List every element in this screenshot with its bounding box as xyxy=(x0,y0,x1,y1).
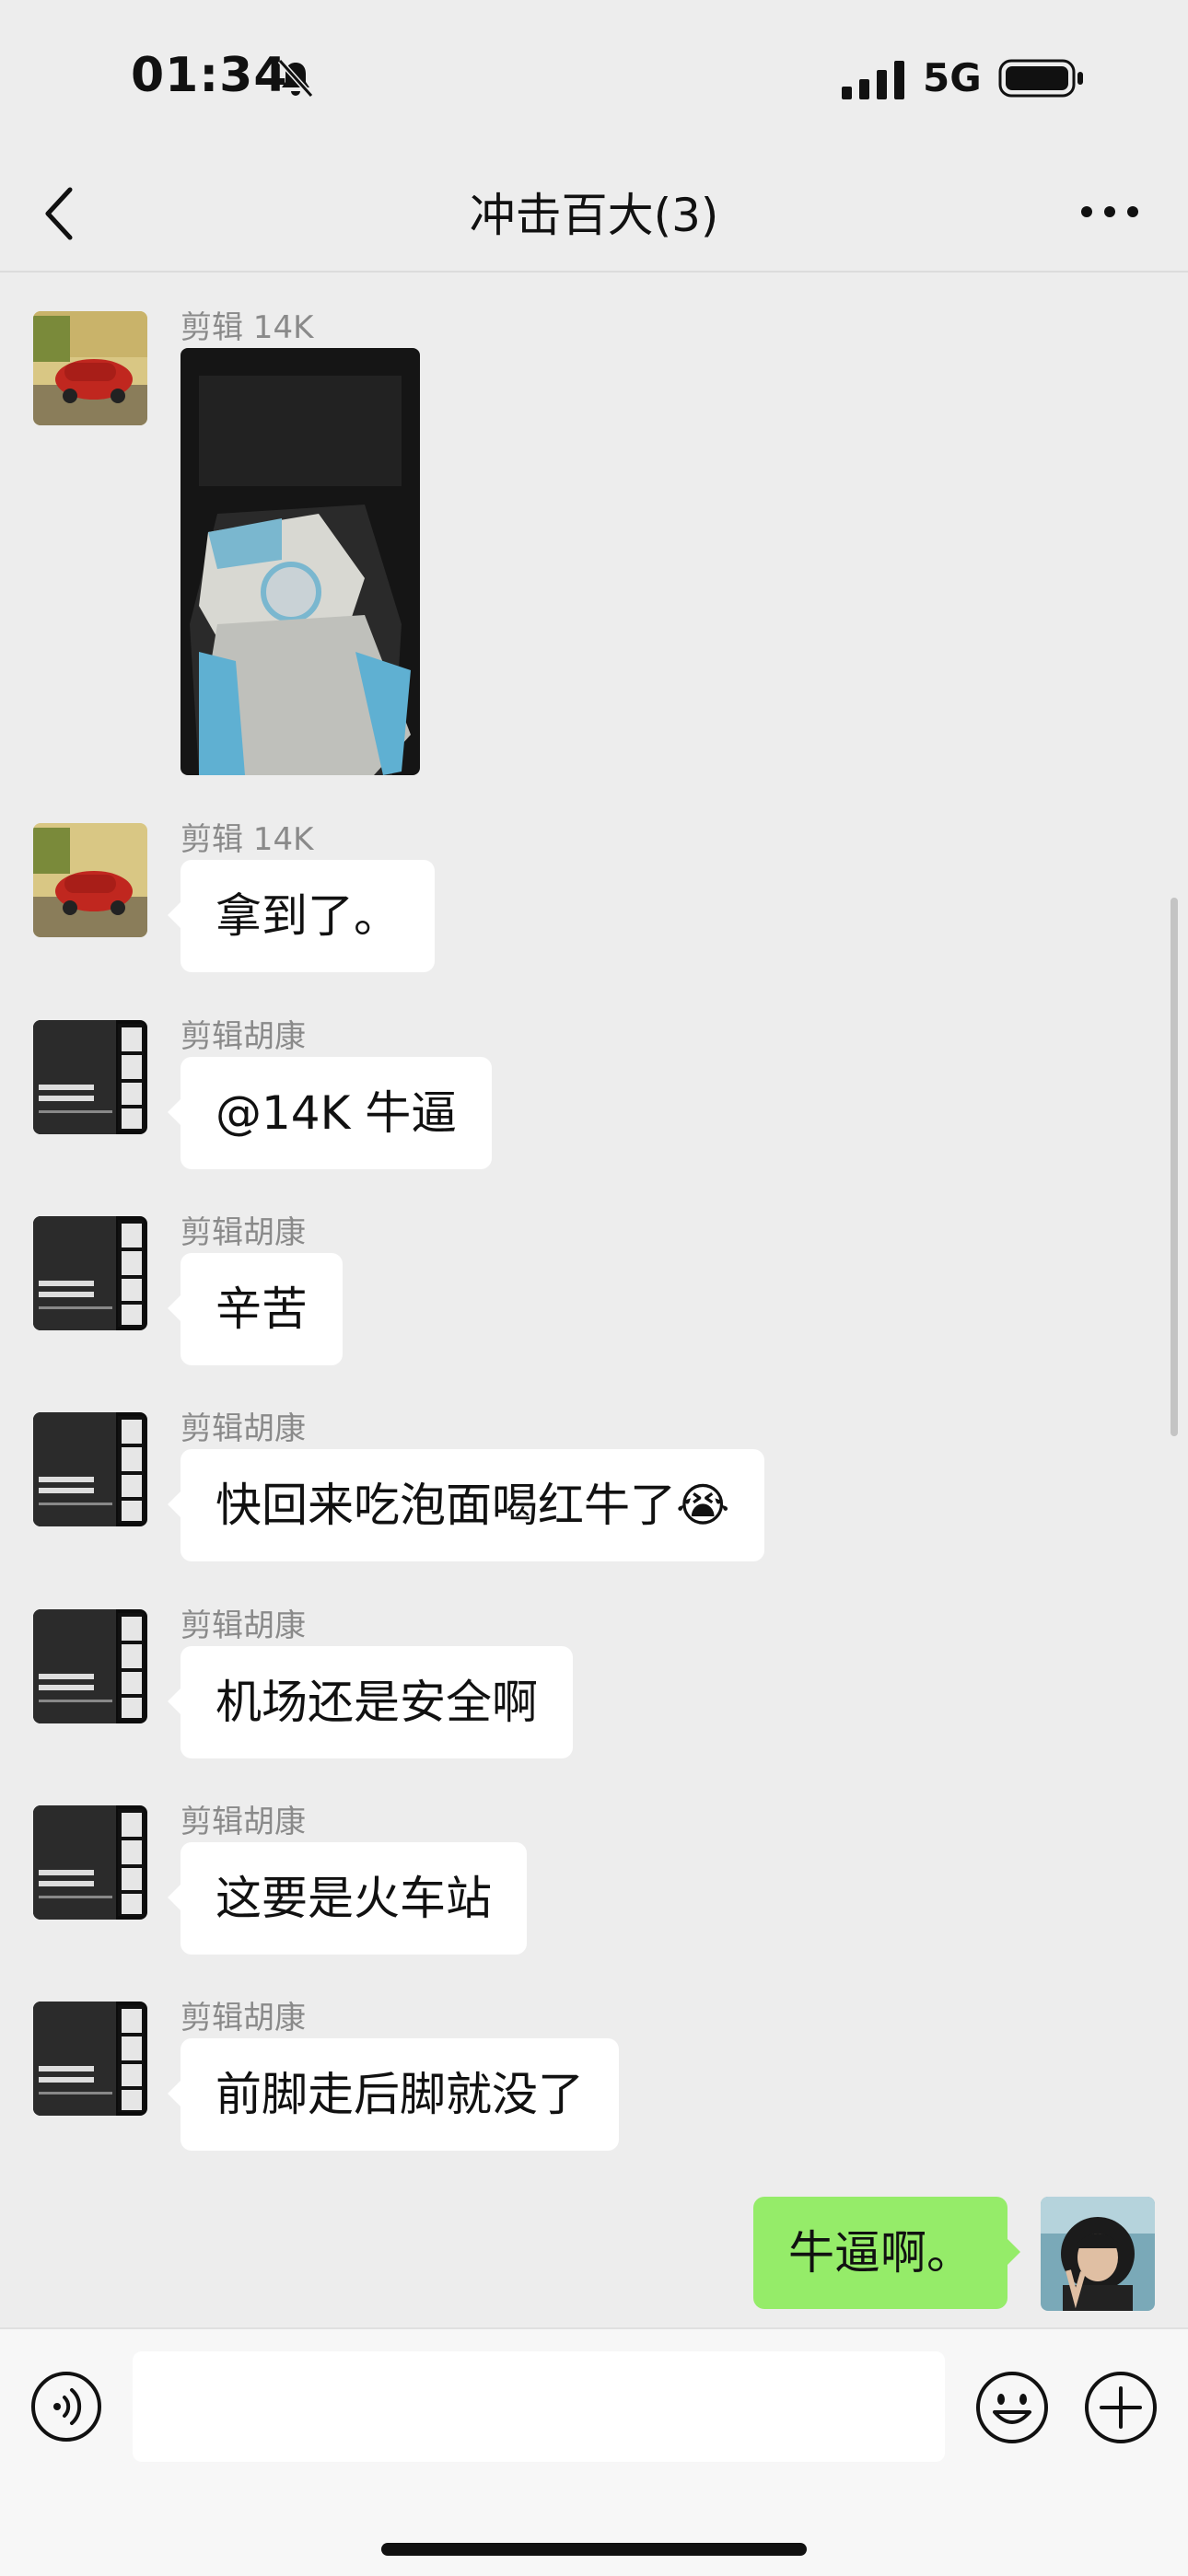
message-bubble[interactable]: @14K 牛逼 xyxy=(167,1057,493,1169)
sender-name: 剪辑胡康 xyxy=(181,1214,306,1251)
message-bubble[interactable]: 辛苦 xyxy=(168,1253,343,1365)
message-input[interactable] xyxy=(133,2351,945,2462)
plus-icon[interactable] xyxy=(1083,2370,1159,2445)
chat-title: 冲击百大(3) xyxy=(469,189,719,242)
network-label: 5G xyxy=(923,55,982,100)
scrollbar[interactable] xyxy=(1171,898,1178,1436)
avatar[interactable] xyxy=(33,1216,147,1330)
self-avatar xyxy=(1041,2197,1155,2311)
status-time: 01:34 xyxy=(131,48,288,103)
sender-name: 剪辑胡康 xyxy=(181,1607,306,1644)
avatar[interactable] xyxy=(33,823,147,937)
voice-icon[interactable] xyxy=(29,2370,103,2443)
poster-avatar xyxy=(33,1020,147,1134)
emoji-icon[interactable] xyxy=(974,2370,1050,2445)
avatar[interactable] xyxy=(33,1609,147,1723)
avatar[interactable] xyxy=(33,311,147,425)
message-image[interactable] xyxy=(181,348,420,775)
poster-avatar xyxy=(33,1805,147,1920)
avatar[interactable] xyxy=(1041,2197,1155,2311)
more-icon[interactable] xyxy=(1077,193,1142,230)
red-car-avatar xyxy=(33,823,147,937)
status-bar: 01:34 5G xyxy=(0,0,1188,157)
crying-laughing-emoji: 😭 xyxy=(676,1479,730,1532)
avatar[interactable] xyxy=(33,1020,147,1134)
avatar[interactable] xyxy=(33,1805,147,1920)
message-bubble[interactable]: 快回来吃泡面喝红牛了😭 xyxy=(167,1449,765,1561)
poster-avatar xyxy=(33,1216,147,1330)
input-bar xyxy=(0,2327,1188,2576)
sender-name: 剪辑 14K xyxy=(181,821,314,858)
sender-name: 剪辑胡康 xyxy=(181,1804,306,1840)
red-car-avatar xyxy=(33,311,147,425)
nav-bar: 冲击百大(3) xyxy=(0,157,1188,273)
message-bubble[interactable]: 拿到了。 xyxy=(168,860,435,972)
message-bubble-outgoing[interactable]: 牛逼啊。 xyxy=(753,2197,1020,2309)
sender-name: 剪辑胡康 xyxy=(181,2000,306,2036)
poster-avatar xyxy=(33,1412,147,1526)
message-bubble[interactable]: 前脚走后脚就没了 xyxy=(168,2038,619,2151)
signal-icon xyxy=(842,61,904,99)
battery-icon xyxy=(998,59,1083,98)
home-indicator xyxy=(381,2543,807,2556)
sender-name: 剪辑胡康 xyxy=(181,1018,306,1055)
poster-avatar xyxy=(33,2002,147,2116)
avatar[interactable] xyxy=(33,2002,147,2116)
message-bubble[interactable]: 机场还是安全啊 xyxy=(168,1646,573,1758)
sender-name: 剪辑 14K xyxy=(181,309,314,346)
bell-muted-icon xyxy=(277,58,314,99)
sender-name: 剪辑胡康 xyxy=(181,1410,306,1447)
avatar[interactable] xyxy=(33,1412,147,1526)
message-text: 快回来吃泡面喝红牛了 xyxy=(215,1479,676,1532)
message-bubble[interactable]: 这要是火车站 xyxy=(168,1842,527,1955)
poster-avatar xyxy=(33,1609,147,1723)
